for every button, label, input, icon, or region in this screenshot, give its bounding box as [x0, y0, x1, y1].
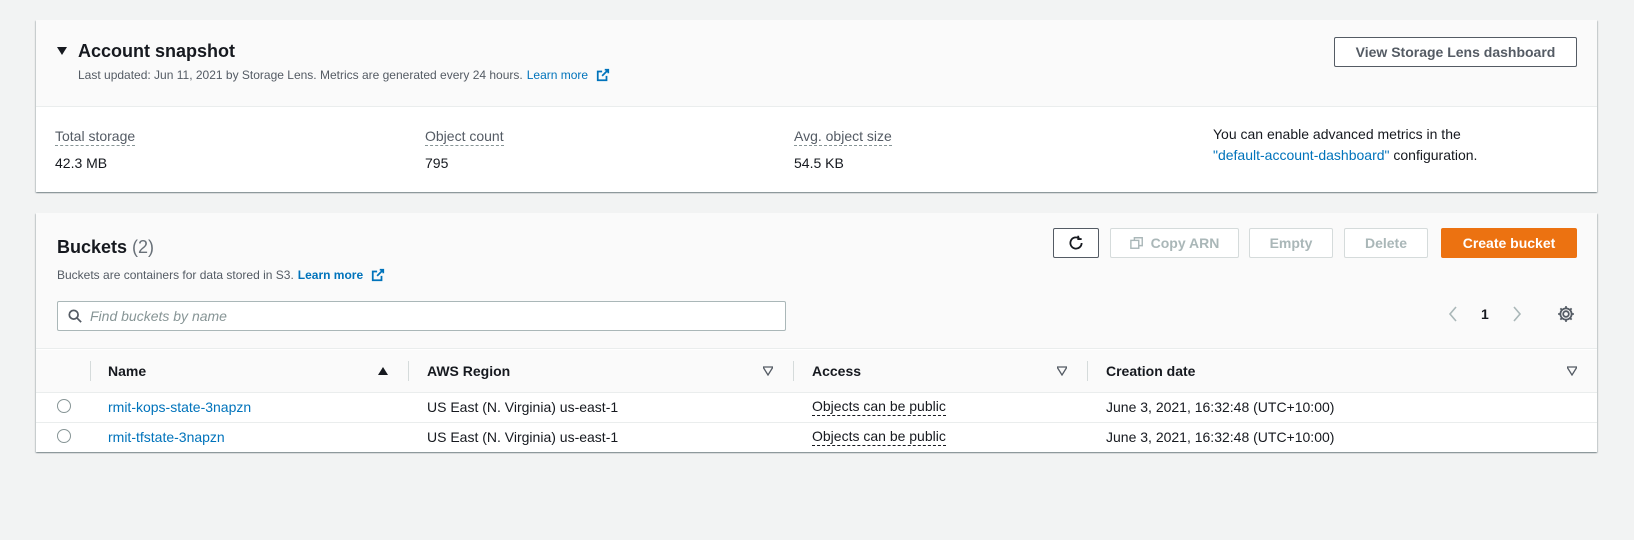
- column-header-creation-date[interactable]: Creation date: [1087, 350, 1597, 392]
- page-number[interactable]: 1: [1481, 306, 1489, 322]
- table-row[interactable]: rmit-kops-state-3napzn US East (N. Virgi…: [36, 392, 1597, 422]
- refresh-button[interactable]: [1053, 228, 1099, 258]
- settings-gear-icon[interactable]: [1557, 305, 1575, 323]
- refresh-icon: [1069, 235, 1083, 250]
- sort-descending-icon: [1057, 366, 1067, 376]
- bucket-name-link[interactable]: rmit-tfstate-3napzn: [108, 429, 225, 445]
- create-bucket-button[interactable]: Create bucket: [1441, 228, 1577, 258]
- row-select-radio[interactable]: [57, 398, 71, 413]
- metric-label[interactable]: Avg. object size: [794, 128, 892, 146]
- column-label: Creation date: [1106, 362, 1196, 379]
- account-snapshot-subtitle: Last updated: Jun 11, 2021 by Storage Le…: [78, 68, 610, 82]
- account-snapshot-panel: Account snapshot Last updated: Jun 11, 2…: [36, 20, 1597, 192]
- buckets-title: Buckets (2): [57, 237, 154, 258]
- metric-label[interactable]: Object count: [425, 128, 504, 146]
- buckets-subtitle: Buckets are containers for data stored i…: [57, 268, 385, 282]
- metric-value: 795: [425, 155, 449, 171]
- advanced-note-suffix: configuration.: [1393, 147, 1478, 163]
- chevron-right-icon[interactable]: [1511, 306, 1523, 322]
- copy-icon: [1129, 237, 1143, 249]
- chevron-left-icon[interactable]: [1447, 306, 1459, 322]
- metric-avg-object-size: Avg. object size 54.5 KB: [794, 128, 892, 171]
- select-column-header: [36, 350, 90, 392]
- buckets-header: Buckets (2) Buckets are containers for d…: [36, 213, 1597, 349]
- column-label: Access: [812, 362, 862, 379]
- metric-label[interactable]: Total storage: [55, 128, 136, 146]
- column-label: AWS Region: [427, 362, 511, 379]
- copy-arn-label: Copy ARN: [1150, 235, 1220, 251]
- external-link-icon: [372, 268, 385, 282]
- caret-down-icon[interactable]: [57, 47, 67, 55]
- dashboard-config-link[interactable]: "default-account-dashboard": [1213, 147, 1390, 163]
- search-icon: [68, 309, 82, 323]
- sort-descending-icon: [763, 366, 773, 376]
- copy-arn-button[interactable]: Copy ARN: [1110, 228, 1239, 258]
- buckets-panel: Buckets (2) Buckets are containers for d…: [36, 213, 1597, 452]
- bucket-region: US East (N. Virginia) us-east-1: [427, 429, 619, 446]
- learn-more-link[interactable]: Learn more: [298, 268, 363, 282]
- bucket-creation-date: June 3, 2021, 16:32:48 (UTC+10:00): [1106, 429, 1335, 446]
- column-header-access[interactable]: Access: [793, 350, 1087, 392]
- sort-ascending-icon: [378, 367, 388, 375]
- bucket-region: US East (N. Virginia) us-east-1: [427, 399, 619, 415]
- sort-descending-icon: [1567, 366, 1577, 376]
- metric-value: 42.3 MB: [55, 155, 108, 171]
- external-link-icon: [596, 68, 610, 82]
- metric-object-count: Object count 795: [425, 128, 504, 171]
- column-header-region[interactable]: AWS Region: [408, 350, 793, 392]
- bucket-name-link[interactable]: rmit-kops-state-3napzn: [108, 399, 251, 415]
- row-select-radio[interactable]: [57, 428, 71, 443]
- buckets-table: Name AWS Region Access Creation date rmi…: [36, 350, 1597, 452]
- view-storage-lens-dashboard-button[interactable]: View Storage Lens dashboard: [1334, 37, 1577, 67]
- table-row[interactable]: rmit-tfstate-3napzn US East (N. Virginia…: [36, 422, 1597, 452]
- account-snapshot-title[interactable]: Account snapshot: [78, 41, 235, 62]
- metric-value: 54.5 KB: [794, 155, 844, 171]
- buckets-count: (2): [132, 237, 155, 257]
- search-input[interactable]: [90, 308, 770, 324]
- buckets-title-text: Buckets: [57, 237, 128, 257]
- bucket-access[interactable]: Objects can be public: [812, 398, 946, 416]
- bucket-search-box[interactable]: [57, 301, 786, 331]
- learn-more-link[interactable]: Learn more: [527, 68, 588, 82]
- empty-button[interactable]: Empty: [1249, 228, 1333, 258]
- bucket-creation-date: June 3, 2021, 16:32:48 (UTC+10:00): [1106, 399, 1335, 415]
- last-updated-text: Last updated: Jun 11, 2021 by Storage Le…: [78, 68, 523, 82]
- column-label: Name: [108, 362, 147, 379]
- bucket-access[interactable]: Objects can be public: [812, 428, 946, 447]
- delete-button[interactable]: Delete: [1344, 228, 1428, 258]
- account-snapshot-header: Account snapshot Last updated: Jun 11, 2…: [36, 20, 1597, 107]
- advanced-metrics-note: You can enable advanced metrics in the "…: [1213, 124, 1573, 166]
- buckets-description: Buckets are containers for data stored i…: [57, 268, 294, 282]
- metric-total-storage: Total storage 42.3 MB: [55, 128, 136, 171]
- table-header-row: Name AWS Region Access Creation date: [36, 350, 1597, 392]
- column-header-name[interactable]: Name: [90, 350, 408, 392]
- advanced-note-prefix: You can enable advanced metrics in the: [1213, 126, 1461, 142]
